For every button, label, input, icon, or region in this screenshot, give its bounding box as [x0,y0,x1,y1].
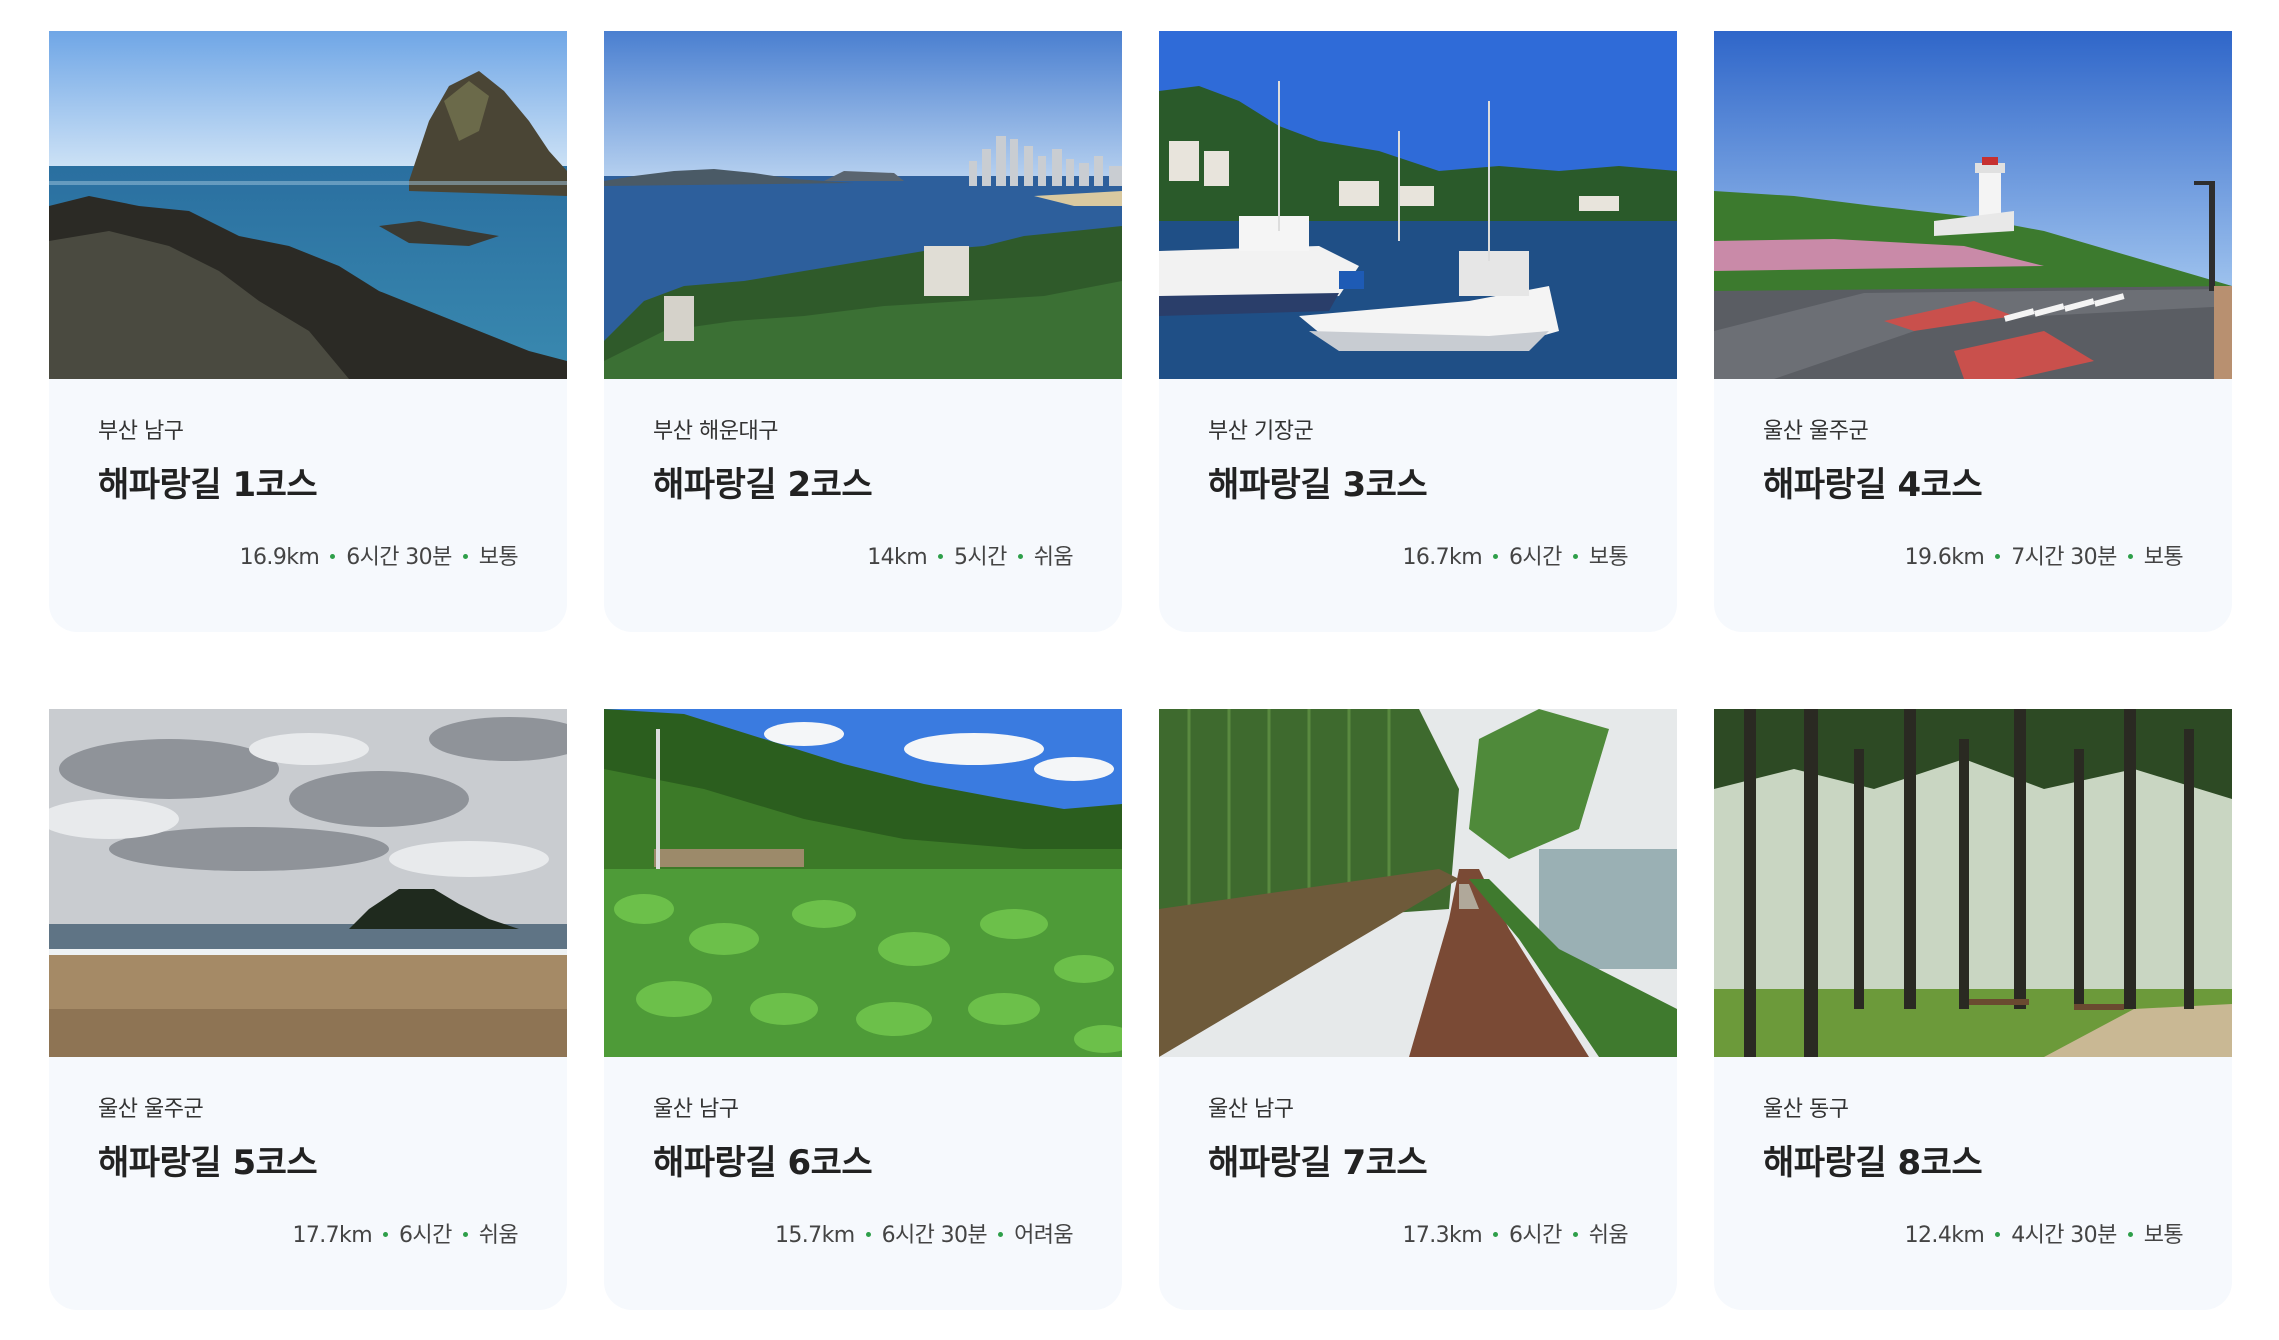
course-distance: 14km [867,545,928,570]
course-info: 부산 해운대구 해파랑길 2코스 14km 5시간 쉬움 [604,379,1122,632]
course-card-3[interactable]: 부산 기장군 해파랑길 3코스 16.7km 6시간 보통 [1159,31,1677,632]
course-meta: 16.7km 6시간 보통 [1402,545,1628,571]
separator-dot-icon [330,553,336,559]
separator-dot-icon [938,553,944,559]
course-meta: 17.7km 6시간 쉬움 [292,1223,518,1249]
course-region: 부산 남구 [98,419,184,444]
separator-dot-icon [2127,553,2133,559]
course-title[interactable]: 해파랑길 4코스 [1763,465,2183,505]
course-distance: 15.7km [775,1223,855,1248]
course-photo-pine-forest[interactable] [1714,709,2232,1057]
separator-dot-icon [462,1231,468,1237]
course-info: 울산 남구 해파랑길 7코스 17.3km 6시간 쉬움 [1159,1057,1677,1310]
course-distance: 16.7km [1402,545,1483,570]
course-time: 6시간 [1509,1223,1562,1248]
separator-dot-icon [462,553,468,559]
course-distance: 17.7km [292,1223,373,1248]
course-title[interactable]: 해파랑길 2코스 [653,465,1073,505]
course-grid: 부산 남구 해파랑길 1코스 16.9km 6시간 30분 보통 부산 해운대구… [49,31,2232,1310]
course-region: 울산 남구 [1208,1097,1294,1122]
course-info: 부산 기장군 해파랑길 3코스 16.7km 6시간 보통 [1159,379,1677,632]
course-info: 울산 남구 해파랑길 6코스 15.7km 6시간 30분 어려움 [604,1057,1122,1310]
separator-dot-icon [1995,1231,2001,1237]
course-region: 울산 울주군 [98,1097,204,1122]
course-distance: 16.9km [239,545,320,570]
course-difficulty: 보통 [2143,545,2184,570]
course-title[interactable]: 해파랑길 7코스 [1208,1143,1628,1183]
course-photo-lighthouse-road[interactable] [1714,31,2232,379]
course-card-4[interactable]: 울산 울주군 해파랑길 4코스 19.6km 7시간 30분 보통 [1714,31,2232,632]
course-title[interactable]: 해파랑길 8코스 [1763,1143,2183,1183]
course-distance: 12.4km [1904,1223,1985,1248]
course-info: 울산 울주군 해파랑길 5코스 17.7km 6시간 쉬움 [49,1057,567,1310]
course-title[interactable]: 해파랑길 5코스 [98,1143,518,1183]
course-photo-rocky-coast[interactable] [49,31,567,379]
course-photo-bay-city[interactable] [604,31,1122,379]
separator-dot-icon [865,1231,871,1237]
course-meta: 17.3km 6시간 쉬움 [1402,1223,1628,1249]
course-distance: 19.6km [1904,545,1985,570]
course-difficulty: 쉬움 [478,1223,519,1248]
course-region: 울산 남구 [653,1097,739,1122]
separator-dot-icon [998,1231,1004,1237]
course-info: 울산 울주군 해파랑길 4코스 19.6km 7시간 30분 보통 [1714,379,2232,632]
course-time: 5시간 [954,545,1007,570]
course-meta: 16.9km 6시간 30분 보통 [239,545,519,571]
course-photo-cloudy-beach[interactable] [49,709,567,1057]
course-card-5[interactable]: 울산 울주군 해파랑길 5코스 17.7km 6시간 쉬움 [49,709,567,1310]
course-info: 울산 동구 해파랑길 8코스 12.4km 4시간 30분 보통 [1714,1057,2232,1310]
separator-dot-icon [1995,553,2001,559]
course-card-7[interactable]: 울산 남구 해파랑길 7코스 17.3km 6시간 쉬움 [1159,709,1677,1310]
course-distance: 17.3km [1402,1223,1483,1248]
course-difficulty: 쉬움 [1033,545,1074,570]
course-card-2[interactable]: 부산 해운대구 해파랑길 2코스 14km 5시간 쉬움 [604,31,1122,632]
course-title[interactable]: 해파랑길 1코스 [98,465,518,505]
course-time: 6시간 30분 [881,1223,988,1248]
course-card-6[interactable]: 울산 남구 해파랑길 6코스 15.7km 6시간 30분 어려움 [604,709,1122,1310]
course-photo-lotus-pond[interactable] [604,709,1122,1057]
separator-dot-icon [1017,553,1023,559]
course-meta: 14km 5시간 쉬움 [867,545,1073,571]
separator-dot-icon [1572,1231,1578,1237]
course-info: 부산 남구 해파랑길 1코스 16.9km 6시간 30분 보통 [49,379,567,632]
separator-dot-icon [2127,1231,2133,1237]
course-title[interactable]: 해파랑길 6코스 [653,1143,1073,1183]
course-region: 부산 해운대구 [653,419,778,444]
course-card-1[interactable]: 부산 남구 해파랑길 1코스 16.9km 6시간 30분 보통 [49,31,567,632]
course-difficulty: 어려움 [1014,1223,1074,1248]
course-title[interactable]: 해파랑길 3코스 [1208,465,1628,505]
course-difficulty: 쉬움 [1588,1223,1629,1248]
separator-dot-icon [1493,553,1499,559]
course-meta: 12.4km 4시간 30분 보통 [1904,1223,2184,1249]
course-region: 울산 울주군 [1763,419,1869,444]
course-time: 4시간 30분 [2011,1223,2117,1248]
course-region: 부산 기장군 [1208,419,1314,444]
course-time: 7시간 30분 [2011,545,2117,570]
course-region: 울산 동구 [1763,1097,1849,1122]
course-meta: 19.6km 7시간 30분 보통 [1904,545,2184,571]
separator-dot-icon [1572,553,1578,559]
separator-dot-icon [383,1231,389,1237]
course-difficulty: 보통 [2143,1223,2184,1248]
course-time: 6시간 30분 [346,545,452,570]
course-time: 6시간 [1509,545,1562,570]
separator-dot-icon [1493,1231,1499,1237]
course-meta: 15.7km 6시간 30분 어려움 [775,1223,1074,1249]
course-difficulty: 보통 [478,545,519,570]
course-card-8[interactable]: 울산 동구 해파랑길 8코스 12.4km 4시간 30분 보통 [1714,709,2232,1310]
course-time: 6시간 [399,1223,452,1248]
course-difficulty: 보통 [1588,545,1629,570]
course-photo-bamboo-path[interactable] [1159,709,1677,1057]
course-photo-fishing-harbor[interactable] [1159,31,1677,379]
